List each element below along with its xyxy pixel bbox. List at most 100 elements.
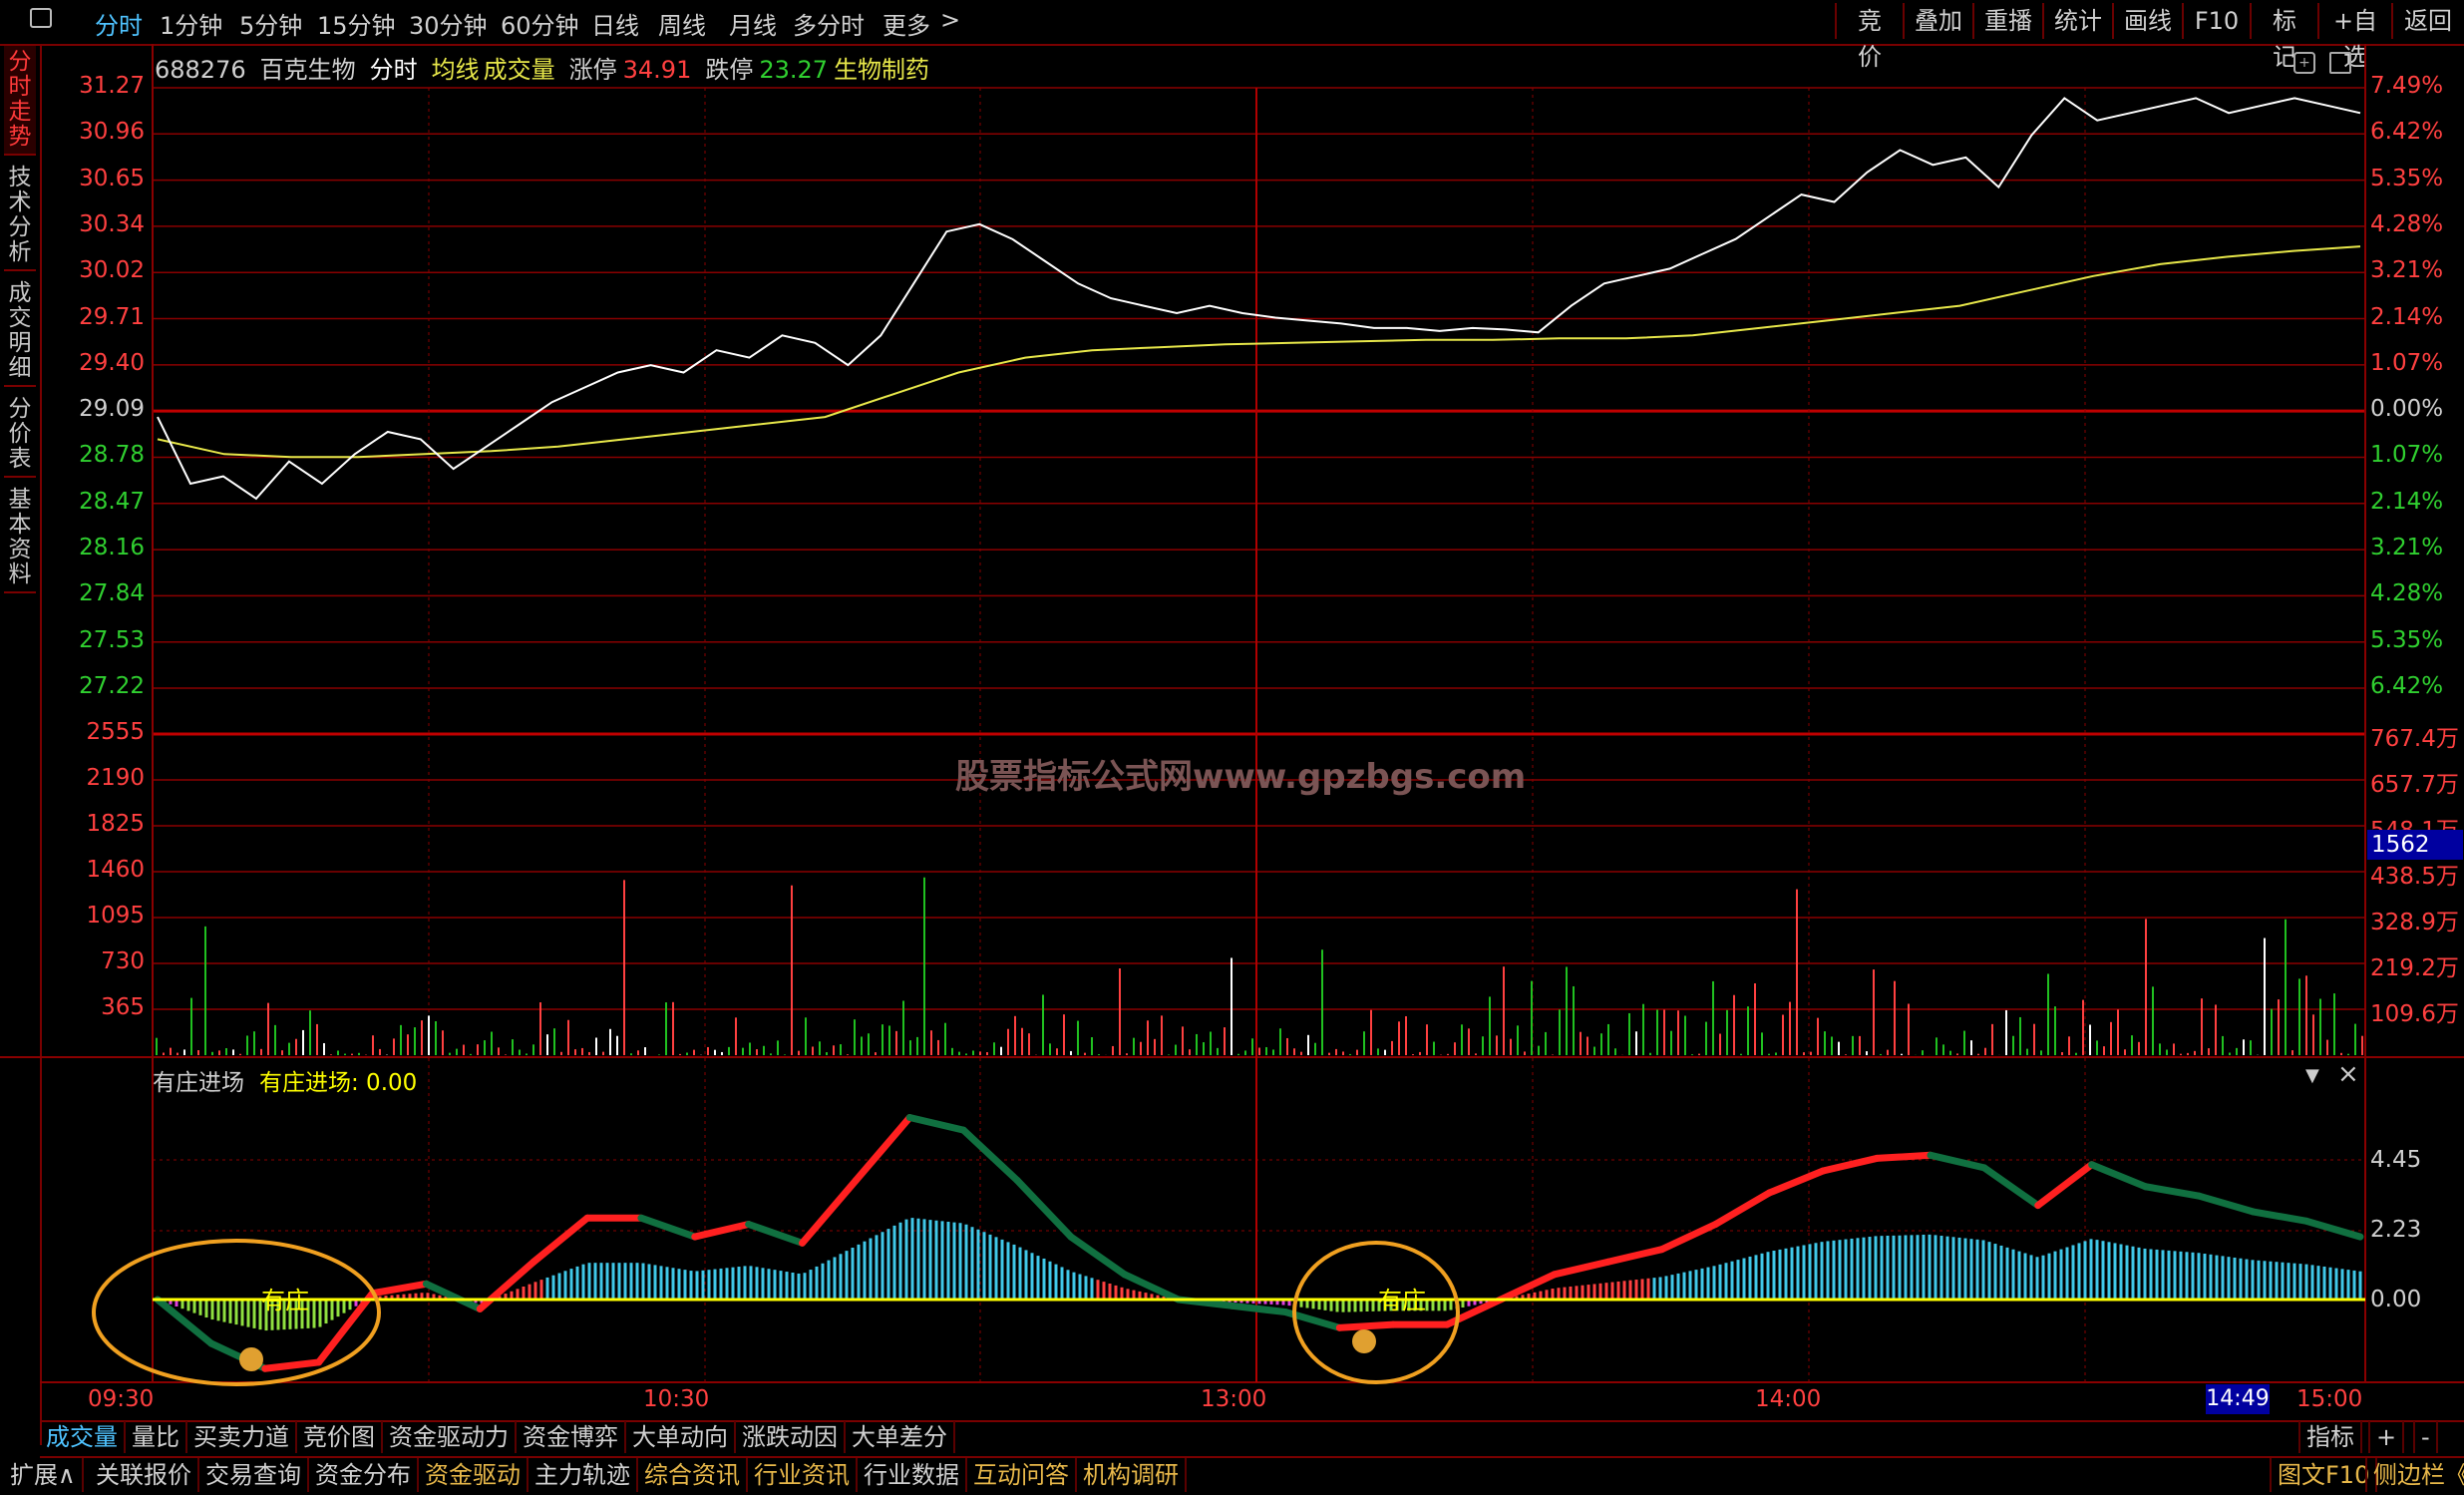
status-tab[interactable]: 机构调研 bbox=[1077, 1458, 1187, 1492]
axis-label: 2555 bbox=[86, 719, 145, 745]
indicator-line-segment bbox=[1765, 1167, 1827, 1197]
time-label: 09:30 bbox=[88, 1386, 155, 1412]
indicator-line-segment bbox=[959, 1126, 1021, 1184]
axis-label: 730 bbox=[101, 948, 145, 974]
status-tab[interactable]: 扩展∧ bbox=[4, 1458, 84, 1492]
indicator-line-segment bbox=[1873, 1151, 1935, 1162]
bottom-tab[interactable]: 买卖力道 bbox=[187, 1421, 297, 1453]
indicator-line-segment bbox=[1067, 1233, 1129, 1279]
indicator-line-segment bbox=[1980, 1164, 2042, 1210]
axis-label: 29.40 bbox=[79, 349, 145, 376]
axis-label: 365 bbox=[101, 994, 145, 1020]
axis-label: 3.21% bbox=[2370, 535, 2444, 561]
status-tab[interactable]: 资金分布 bbox=[309, 1458, 419, 1492]
indicator-line-segment bbox=[799, 1176, 860, 1247]
indicator-line-segment bbox=[261, 1358, 323, 1372]
axis-label: 30.96 bbox=[79, 119, 145, 146]
status-tab[interactable]: 关联报价 bbox=[90, 1458, 199, 1492]
indicator-line-segment bbox=[1658, 1220, 1719, 1254]
axis-label: 27.84 bbox=[79, 580, 145, 607]
money-bag-icon bbox=[1352, 1329, 1376, 1353]
axis-label: 438.5万 bbox=[2370, 864, 2459, 890]
signal-label-1: 有庄 bbox=[261, 1287, 309, 1314]
axis-label: 4.28% bbox=[2370, 210, 2444, 237]
bottom-tab[interactable]: 大单动向 bbox=[626, 1421, 736, 1453]
axis-label: 2.14% bbox=[2370, 488, 2444, 515]
axis-label: 0.00% bbox=[2370, 396, 2444, 423]
axis-label: 1.07% bbox=[2370, 442, 2444, 469]
axis-label: 29.71 bbox=[79, 303, 145, 330]
bottom-tab[interactable]: 涨跌动因 bbox=[736, 1421, 846, 1453]
bottom-tab[interactable]: 成交量 bbox=[40, 1421, 126, 1453]
axis-label: 1825 bbox=[86, 811, 145, 837]
indicator-line-segment bbox=[637, 1214, 699, 1241]
axis-label: 5.35% bbox=[2370, 626, 2444, 653]
status-tab[interactable]: 主力轨迹 bbox=[528, 1458, 638, 1492]
axis-label: 109.6万 bbox=[2370, 1001, 2459, 1027]
indicator-menu-button[interactable]: 指标 bbox=[2298, 1421, 2362, 1453]
bottom-tab[interactable]: 资金博弈 bbox=[517, 1421, 626, 1453]
time-label: 10:30 bbox=[643, 1386, 710, 1412]
indicator-line-segment bbox=[2088, 1161, 2149, 1191]
axis-label: 30.34 bbox=[79, 210, 145, 237]
bottom-tab[interactable]: 量比 bbox=[126, 1421, 187, 1453]
time-label: 15:00 bbox=[2296, 1386, 2363, 1412]
indicator-line-segment bbox=[1551, 1258, 1612, 1279]
axis-label: 6.42% bbox=[2370, 119, 2444, 146]
price-line bbox=[157, 97, 2361, 501]
add-panel-button[interactable]: + bbox=[2368, 1421, 2405, 1453]
close-icon[interactable]: × bbox=[2337, 1059, 2359, 1089]
indicator-line-segment bbox=[1013, 1176, 1075, 1241]
axis-label: 27.53 bbox=[79, 626, 145, 653]
signal-label-2: 有庄 bbox=[1378, 1287, 1426, 1314]
axis-label: 28.78 bbox=[79, 442, 145, 469]
indicator-name[interactable]: 有庄进场 bbox=[153, 1063, 244, 1097]
indicator-line-segment bbox=[745, 1220, 807, 1247]
axis-label: 27.22 bbox=[79, 673, 145, 699]
indicator-line-segment bbox=[2302, 1217, 2364, 1241]
f10-button[interactable]: 图文F10 bbox=[2270, 1458, 2378, 1492]
status-tab[interactable]: 综合资讯 bbox=[638, 1458, 748, 1492]
axis-label: 4.45 bbox=[2370, 1147, 2422, 1173]
status-tab[interactable]: 交易查询 bbox=[199, 1458, 309, 1492]
remove-panel-button[interactable]: - bbox=[2413, 1421, 2438, 1453]
indicator-line-segment bbox=[852, 1114, 913, 1184]
indicator-line-segment bbox=[1229, 1302, 1289, 1316]
time-label: 14:00 bbox=[1755, 1386, 1822, 1412]
axis-label: 1095 bbox=[86, 903, 145, 929]
status-tab[interactable]: 互动问答 bbox=[967, 1458, 1077, 1492]
axis-label: 219.2万 bbox=[2370, 955, 2459, 981]
sidebar-toggle-button[interactable]: 侧边栏《 bbox=[2365, 1458, 2464, 1492]
indicator-line-segment bbox=[1335, 1320, 1397, 1331]
axis-label: 7.49% bbox=[2370, 73, 2444, 99]
indicator-line-segment bbox=[369, 1280, 430, 1298]
bottom-tab[interactable]: 大单差分 bbox=[846, 1421, 955, 1453]
dropdown-icon[interactable]: ▼ bbox=[2305, 1065, 2319, 1086]
status-tab[interactable]: 资金驱动 bbox=[419, 1458, 528, 1492]
signal-circle-2 bbox=[1292, 1241, 1460, 1384]
axis-label: 0.00 bbox=[2370, 1287, 2422, 1312]
indicator-line-segment bbox=[2249, 1208, 2310, 1225]
status-tab[interactable]: 行业数据 bbox=[858, 1458, 967, 1492]
watermark: 股票指标公式网www.gpzbgs.com bbox=[955, 757, 1526, 797]
axis-label: 3.21% bbox=[2370, 257, 2444, 284]
axis-label: 29.09 bbox=[79, 396, 145, 423]
indicator-line-segment bbox=[2195, 1192, 2257, 1216]
indicator-line-segment bbox=[1711, 1189, 1773, 1228]
axis-label: 28.16 bbox=[79, 535, 145, 561]
axis-label: 328.9万 bbox=[2370, 910, 2459, 935]
axis-label: 657.7万 bbox=[2370, 772, 2459, 798]
axis-label: 30.02 bbox=[79, 257, 145, 284]
axis-label: 30.65 bbox=[79, 165, 145, 191]
indicator-value: 有庄进场: 0.00 bbox=[259, 1070, 418, 1096]
status-tab[interactable]: 行业资讯 bbox=[748, 1458, 858, 1492]
axis-label: 2.14% bbox=[2370, 303, 2444, 330]
time-cursor: 14:49 bbox=[2206, 1384, 2270, 1414]
indicator-line-segment bbox=[476, 1258, 537, 1312]
axis-label: 767.4万 bbox=[2370, 726, 2459, 752]
bottom-tab[interactable]: 竞价图 bbox=[297, 1421, 383, 1453]
indicator-line-segment bbox=[2034, 1161, 2096, 1210]
indicator-line-segment bbox=[1604, 1246, 1666, 1266]
bottom-tab[interactable]: 资金驱动力 bbox=[383, 1421, 517, 1453]
indicator-line-segment bbox=[154, 1296, 215, 1347]
